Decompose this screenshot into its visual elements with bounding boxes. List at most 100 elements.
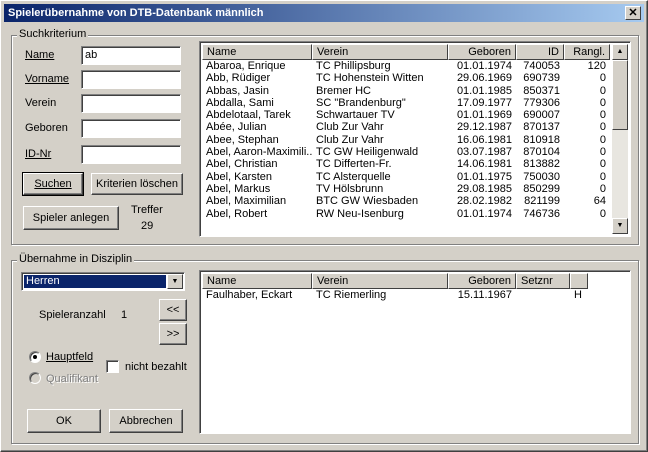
table-row[interactable]: Abel, Karsten TC Alsterquelle 01.01.1975 75…: [202, 171, 610, 183]
results-col-name[interactable]: Name: [202, 44, 312, 60]
table-row[interactable]: Abel, Aaron-Maximili... TC GW Heiligenwal…: [202, 146, 610, 158]
table-cell: Abel, Markus: [206, 182, 271, 195]
table-cell: 01.01.1974: [456, 60, 512, 72]
selected-body: Faulhaber, Eckart TC Riemerling 15.11.1967…: [202, 289, 588, 301]
table-cell: Schwartauer TV: [316, 109, 395, 122]
table-cell: Abel, Maximilian: [206, 195, 287, 208]
table-row[interactable]: Abel, Christian TC Differten-Fr. 14.06.198…: [202, 158, 610, 170]
table-cell: 870104: [523, 146, 560, 159]
hauptfeld-radio[interactable]: [29, 351, 41, 363]
table-cell: 821199: [524, 195, 560, 208]
table-cell: Abel, Robert: [206, 207, 268, 220]
table-cell: TV Hölsbrunn: [316, 182, 384, 195]
table-cell: Club Zur Vahr: [316, 133, 384, 146]
scroll-down-button[interactable]: ▼: [612, 218, 628, 234]
table-row[interactable]: Abb, Rüdiger TC Hohenstein Witten 29.06.19…: [202, 72, 610, 84]
table-cell: 810918: [523, 133, 560, 146]
vorname-input[interactable]: [81, 70, 181, 89]
selected-listview[interactable]: Name Verein Geboren Setznr Faulhaber, Ec…: [199, 270, 631, 434]
table-cell: 15.11.1967: [457, 289, 512, 301]
table-cell: TC Hohenstein Witten: [316, 72, 424, 85]
table-cell: 750030: [523, 170, 560, 183]
table-row[interactable]: Abbas, Jasin Bremer HC 01.01.1985 850371 0: [202, 85, 610, 97]
table-cell: Abdelotaal, Tarek: [206, 109, 291, 122]
selected-header: Name Verein Geboren Setznr: [202, 273, 588, 289]
results-col-id[interactable]: ID: [516, 44, 564, 60]
table-cell: 0: [599, 72, 606, 85]
table-row[interactable]: Faulhaber, Eckart TC Riemerling 15.11.1967…: [202, 289, 588, 301]
table-row[interactable]: Abel, Robert RW Neu-Isenburg 01.01.1974 746…: [202, 208, 610, 220]
table-cell: [516, 289, 570, 301]
selected-col-name[interactable]: Name: [202, 273, 312, 289]
table-row[interactable]: Abel, Markus TV Hölsbrunn 29.08.1985 850299…: [202, 183, 610, 195]
table-cell: 0: [599, 133, 606, 146]
transfer-group-label: Übernahme in Disziplin: [17, 253, 135, 265]
close-button[interactable]: ✕: [625, 6, 641, 20]
table-row[interactable]: Abee, Stephan Club Zur Vahr 16.06.1981 8109…: [202, 134, 610, 146]
spieleranzahl-value: 1: [121, 309, 128, 321]
table-cell: 29.12.1987: [456, 121, 512, 134]
table-row[interactable]: Abdalla, Sami SC "Brandenburg" 17.09.1977 7…: [202, 97, 610, 109]
table-cell: Abel, Christian: [206, 158, 278, 171]
table-cell: 17.09.1977: [456, 96, 512, 109]
selected-col-setznr[interactable]: Setznr: [516, 273, 570, 289]
verein-input[interactable]: [81, 94, 181, 113]
table-cell: Club Zur Vahr: [316, 121, 384, 134]
table-cell: 28.02.1982: [456, 195, 512, 208]
nicht-bezahlt-label: nicht bezahlt: [125, 361, 187, 373]
table-row[interactable]: Abel, Maximilian BTC GW Wiesbaden 28.02.19…: [202, 195, 610, 207]
title-bar[interactable]: Spielerübernahme von DTB-Datenbank männl…: [4, 4, 644, 22]
table-cell: Abée, Julian: [206, 121, 267, 134]
move-right-button[interactable]: >>: [159, 323, 187, 345]
table-cell: 850371: [523, 84, 560, 97]
table-cell: 0: [599, 109, 606, 122]
nicht-bezahlt-checkbox[interactable]: [106, 360, 119, 373]
table-cell: 01.01.1985: [456, 84, 512, 97]
selected-col-flag[interactable]: [570, 273, 588, 289]
table-cell: TC Differten-Fr.: [316, 158, 392, 171]
table-cell: 0: [599, 182, 606, 195]
results-listview[interactable]: Name Verein Geboren ID Rangl. Abaroa, En…: [199, 41, 631, 237]
spieler-anlegen-button[interactable]: Spieler anlegen: [23, 206, 119, 230]
name-input[interactable]: ab: [81, 46, 181, 65]
table-row[interactable]: Abdelotaal, Tarek Schwartauer TV 01.01.196…: [202, 109, 610, 121]
table-cell: Abdalla, Sami: [206, 96, 274, 109]
chevron-down-icon[interactable]: ▼: [167, 274, 183, 289]
table-cell: 16.06.1981: [456, 133, 512, 146]
table-cell: Bremer HC: [316, 84, 372, 97]
qualifikant-radio[interactable]: [29, 372, 41, 384]
dialog-window: Spielerübernahme von DTB-Datenbank männl…: [0, 0, 648, 452]
table-cell: 01.01.1974: [456, 207, 512, 220]
results-col-geboren[interactable]: Geboren: [448, 44, 516, 60]
geboren-input[interactable]: [81, 119, 181, 138]
move-left-button[interactable]: <<: [159, 299, 187, 321]
table-cell: 0: [599, 158, 606, 171]
ok-button[interactable]: OK: [27, 409, 101, 433]
window-title: Spielerübernahme von DTB-Datenbank männl…: [8, 7, 264, 19]
table-cell: 0: [599, 207, 606, 220]
discipline-select[interactable]: Herren ▼: [21, 272, 185, 291]
table-cell: 690739: [523, 72, 560, 85]
kriterien-loeschen-button[interactable]: Kriterien löschen: [91, 173, 183, 195]
selected-col-verein[interactable]: Verein: [312, 273, 448, 289]
table-row[interactable]: Abée, Julian Club Zur Vahr 29.12.1987 87013…: [202, 121, 610, 133]
selected-col-geboren[interactable]: Geboren: [448, 273, 516, 289]
table-cell: 01.01.1975: [456, 170, 512, 183]
suchen-button[interactable]: Suchen: [22, 172, 84, 196]
idnr-input[interactable]: [81, 145, 181, 164]
results-col-rangl[interactable]: Rangl.: [564, 44, 610, 60]
results-col-verein[interactable]: Verein: [312, 44, 448, 60]
table-cell: BTC GW Wiesbaden: [316, 195, 419, 208]
results-scrollbar[interactable]: ▲ ▼: [612, 44, 628, 234]
hauptfeld-label: Hauptfeld: [46, 351, 94, 363]
abbrechen-button[interactable]: Abbrechen: [109, 409, 183, 433]
table-cell: Abaroa, Enrique: [206, 60, 286, 72]
scroll-thumb[interactable]: [612, 60, 628, 130]
table-cell: 690007: [523, 109, 560, 122]
table-cell: Abel, Aaron-Maximili...: [206, 146, 312, 159]
table-row[interactable]: Abaroa, Enrique TC Phillipsburg 01.01.1974…: [202, 60, 610, 72]
table-cell: H: [574, 289, 582, 301]
scroll-up-button[interactable]: ▲: [612, 44, 628, 60]
table-cell: TC GW Heiligenwald: [316, 146, 419, 159]
table-cell: Abee, Stephan: [206, 133, 279, 146]
